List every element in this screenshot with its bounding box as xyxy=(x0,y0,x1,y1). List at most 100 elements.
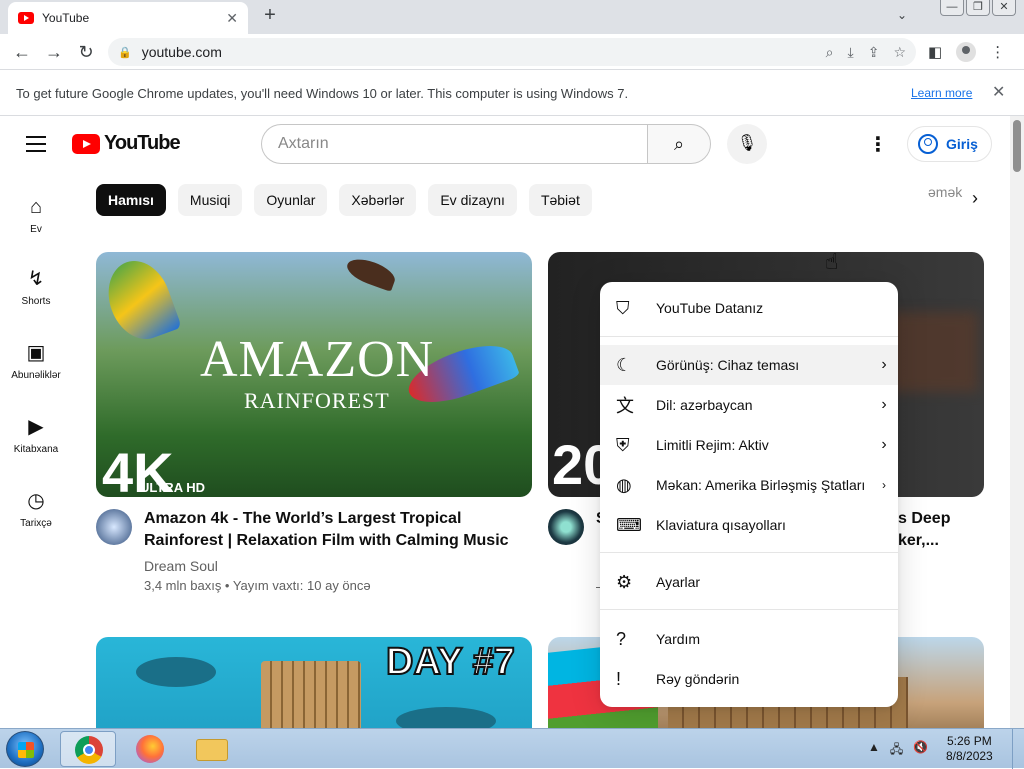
tab-youtube[interactable]: YouTube ✕ xyxy=(8,2,248,34)
chevron-right-icon: › xyxy=(881,356,887,373)
chevron-right-icon[interactable]: › xyxy=(972,188,978,209)
settings-menu: ⛉ YouTube Datanız ☾ Görünüş: Cihaz temas… xyxy=(600,282,898,707)
menu-item-location[interactable]: ◍ Məkan: Amerika Birləşmiş Ştatları › xyxy=(600,465,898,505)
guide-menu-icon[interactable] xyxy=(26,136,46,157)
channel-avatar[interactable] xyxy=(96,509,132,545)
menu-item-send-feedback[interactable]: ! Rəy göndərin xyxy=(600,659,898,699)
chip-home-design[interactable]: Ev dizaynı xyxy=(428,184,517,216)
video-title-fragment[interactable]: ker,... xyxy=(898,530,988,552)
chip-all[interactable]: Hamısı xyxy=(96,184,166,216)
menu-item-restricted-mode[interactable]: ⛨ Limitli Rejim: Aktiv › xyxy=(600,425,898,465)
gear-icon: ⚙ xyxy=(616,571,633,592)
forward-icon[interactable]: → xyxy=(42,40,66,64)
menu-item-language[interactable]: 文 Dil: azərbaycan › xyxy=(600,385,898,425)
menu-divider xyxy=(600,336,898,337)
youtube-logo[interactable]: YouTube xyxy=(72,132,181,155)
guide-item-home[interactable]: ⌂ Ev xyxy=(0,194,72,235)
learn-more-link[interactable]: Learn more xyxy=(911,86,972,100)
start-button[interactable] xyxy=(6,731,44,767)
guide-item-subscriptions[interactable]: ▣ Abunəliklər xyxy=(0,340,72,381)
address-bar[interactable]: 🔒 youtube.com ⌕ ⤓ ⇪ ☆ xyxy=(108,38,916,66)
chip-partial[interactable]: əmək xyxy=(928,184,962,200)
close-window-button[interactable]: ✕ xyxy=(992,0,1016,16)
new-tab-button[interactable]: + xyxy=(258,4,282,27)
side-panel-icon[interactable]: ◧ xyxy=(928,43,942,61)
shark-image xyxy=(136,657,216,687)
bookmark-star-icon[interactable]: ☆ xyxy=(893,44,906,61)
search-button[interactable]: ⌕ xyxy=(647,124,711,164)
menu-item-your-data[interactable]: ⛉ YouTube Datanız xyxy=(600,288,898,328)
network-icon[interactable]: 🖧 xyxy=(890,740,903,761)
reload-icon[interactable]: ↻ xyxy=(74,40,98,64)
video-thumbnail[interactable]: DAY #7 xyxy=(96,637,532,728)
infobar-close-icon[interactable]: ✕ xyxy=(992,82,1005,102)
taskbar-chrome[interactable] xyxy=(60,731,116,767)
chrome-menu-icon[interactable]: ⋮ xyxy=(990,43,1005,61)
sign-in-button[interactable]: Giriş xyxy=(907,126,992,162)
chip-music[interactable]: Musiqi xyxy=(177,184,243,216)
profile-avatar-icon[interactable] xyxy=(956,42,977,62)
settings-more-icon[interactable]: ⋮ xyxy=(868,132,888,157)
back-icon[interactable]: ← xyxy=(10,40,34,64)
url-text[interactable]: youtube.com xyxy=(142,44,826,60)
youtube-page: YouTube Axtarın ⌕ 🎙 ⋮ Giriş ⌂ Ev ↯ Short… xyxy=(0,116,1024,728)
microphone-icon: 🎙 xyxy=(736,135,758,152)
clock-time: 5:26 PM xyxy=(947,734,992,748)
folder-icon xyxy=(196,739,228,761)
toolbar-right: ◧ ⋮ xyxy=(928,42,1005,62)
menu-item-label: Görünüş: Cihaz teması xyxy=(656,357,800,373)
channel-name[interactable]: Dream Soul xyxy=(144,558,218,574)
menu-item-keyboard-shortcuts[interactable]: ⌨ Klaviatura qısayolları xyxy=(600,505,898,545)
guide-item-library[interactable]: ▶ Kitabxana xyxy=(0,414,72,455)
menu-item-label: Limitli Rejim: Aktiv xyxy=(656,437,769,453)
filter-chips: Hamısı Musiqi Oyunlar Xəbərlər Ev dizayn… xyxy=(96,184,592,216)
search-input[interactable]: Axtarın xyxy=(261,124,648,164)
menu-item-help[interactable]: ? Yardım xyxy=(600,619,898,659)
video-thumbnail[interactable]: AMAZON RAINFOREST 4K ULTRA HD xyxy=(96,252,532,497)
guide-label: Abunəliklər xyxy=(11,370,61,381)
history-icon: ◷ xyxy=(27,490,45,512)
channel-avatar[interactable] xyxy=(548,509,584,545)
parrot-image xyxy=(98,252,182,348)
chip-nature[interactable]: Təbiət xyxy=(528,184,592,216)
firefox-icon xyxy=(136,735,164,763)
lock-icon[interactable]: 🔒 xyxy=(118,46,132,59)
menu-divider xyxy=(600,552,898,553)
menu-item-label: Məkan: Amerika Birləşmiş Ştatları xyxy=(656,477,866,493)
minimize-button[interactable]: — xyxy=(940,0,964,16)
menu-item-appearance[interactable]: ☾ Görünüş: Cihaz teması › xyxy=(600,345,898,385)
menu-item-settings[interactable]: ⚙ Ayarlar xyxy=(600,562,898,602)
restore-button[interactable]: ❐ xyxy=(966,0,990,16)
translate-icon: 文 xyxy=(616,396,634,416)
taskbar-firefox[interactable] xyxy=(122,731,178,767)
chip-games[interactable]: Oyunlar xyxy=(254,184,328,216)
tray-expand-icon[interactable]: ▲ xyxy=(868,740,880,761)
hand-cursor-icon: ☝ xyxy=(825,249,839,274)
guide-label: Shorts xyxy=(21,296,51,307)
restricted-mode-icon: ⛨ xyxy=(616,434,630,455)
chip-news[interactable]: Xəbərlər xyxy=(339,184,417,216)
zoom-search-icon[interactable]: ⌕ xyxy=(826,44,834,61)
install-app-icon[interactable]: ⤓ xyxy=(848,44,854,61)
account-circle-icon xyxy=(918,134,938,154)
guide-item-history[interactable]: ◷ Tarixçə xyxy=(0,488,72,529)
share-icon[interactable]: ⇪ xyxy=(868,44,880,61)
page-scrollbar[interactable] xyxy=(1010,116,1024,728)
globe-icon: ◍ xyxy=(616,474,632,495)
taskbar-explorer[interactable] xyxy=(184,731,240,767)
scrollbar-thumb[interactable] xyxy=(1013,120,1021,172)
guide-label: Ev xyxy=(30,224,42,235)
chevron-right-icon: › xyxy=(881,436,887,453)
tab-search-chevron-icon[interactable]: ⌄ xyxy=(897,8,907,22)
search-icon: ⌕ xyxy=(673,134,685,154)
guide-item-shorts[interactable]: ↯ Shorts xyxy=(0,266,72,307)
menu-item-label: Rəy göndərin xyxy=(656,671,740,687)
chevron-right-icon: › xyxy=(882,478,886,492)
taskbar-clock[interactable]: 5:26 PM 8/8/2023 xyxy=(946,734,993,764)
video-title-fragment[interactable]: s Deep xyxy=(898,508,988,530)
volume-muted-icon[interactable]: 🔇 xyxy=(913,740,928,761)
show-desktop-button[interactable] xyxy=(1012,729,1024,769)
tab-close-icon[interactable]: ✕ xyxy=(226,10,238,27)
voice-search-button[interactable]: 🎙 xyxy=(727,124,767,164)
video-title[interactable]: Amazon 4k - The World’s Largest Tropical… xyxy=(144,508,514,552)
